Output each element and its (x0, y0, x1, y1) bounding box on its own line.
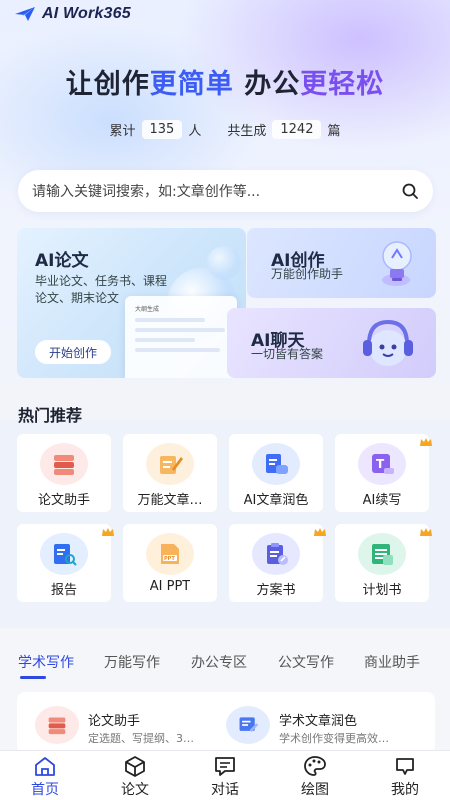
tool-list-card: 论文助手 定选题、写提纲、3… 学术文章润色 学术创作变得更高效… (17, 692, 435, 754)
hot-item-article-polish[interactable]: AI文章润色 (229, 434, 323, 512)
document-polish-icon (226, 706, 270, 744)
hot-item-label: 计划书 (362, 583, 402, 598)
svg-text:PPT: PPT (164, 556, 175, 562)
app-logo: AI Work365 (14, 4, 131, 24)
start-create-button[interactable]: 开始创作 (35, 340, 111, 364)
nav-profile[interactable]: 我的 (360, 751, 450, 800)
list-item-subtitle: 学术创作变得更高效… (279, 732, 389, 745)
profile-icon (396, 758, 414, 775)
ai-paper-subtitle-line1: 毕业论文、任务书、课程 (35, 274, 168, 288)
search-bar[interactable]: 请输入关键词搜索，如:文章创作等... (18, 170, 433, 212)
hot-item-label: AI文章润色 (243, 493, 309, 508)
stat-total-value: 135 (141, 120, 183, 139)
active-tab-indicator (20, 676, 46, 679)
document-preview-illustration: 大纲生成 (125, 296, 237, 378)
stat-total-unit: 人 (188, 124, 202, 139)
document-preview-title: 大纲生成 (135, 306, 160, 313)
usage-stats: 累计 135 人 共生成 1242 篇 (0, 120, 450, 139)
crown-icon (314, 528, 326, 536)
palette-icon (304, 756, 326, 776)
nav-chat[interactable]: 对话 (180, 751, 270, 800)
text-edit-icon: T (358, 443, 406, 485)
stat-total-label: 累计 (109, 124, 136, 139)
paper-plane-logo-icon (15, 7, 35, 21)
hot-item-paper-assistant[interactable]: 论文助手 (17, 434, 111, 512)
hot-item-ai-continue[interactable]: T AI续写 (335, 434, 432, 512)
hot-item-business-plan[interactable]: 计划书 (335, 524, 432, 602)
stat-generated-value: 1242 (272, 120, 322, 139)
ai-paper-title: AI论文 (35, 251, 89, 271)
hot-item-universal-article[interactable]: 万能文章… (123, 434, 217, 512)
hot-recommend-title: 热门推荐 (18, 406, 83, 425)
crown-icon (420, 438, 432, 446)
stack-books-icon (35, 706, 79, 744)
svg-text:T: T (376, 457, 385, 471)
bottom-navigation: 首页 论文 对话 绘图 我的 (0, 750, 450, 800)
nav-chat-label: 对话 (211, 782, 239, 798)
ai-chat-subtitle: 一切皆有答案 (251, 347, 324, 361)
tab-office-zone[interactable]: 办公专区 (191, 652, 247, 672)
list-item-academic-polish[interactable]: 学术文章润色 学术创作变得更高效… (222, 692, 432, 754)
document-chat-icon (252, 443, 300, 485)
ai-create-card[interactable]: AI创作 万能创作助手 (247, 228, 436, 298)
hot-item-label: AI PPT (149, 579, 191, 594)
robot-headphones-icon (363, 319, 413, 366)
slogan-part-4: 更轻松 (300, 69, 385, 100)
ppt-icon: PPT (146, 533, 194, 575)
report-search-icon (40, 533, 88, 575)
list-item-subtitle: 定选题、写提纲、3… (88, 732, 194, 745)
nav-draw[interactable]: 绘图 (270, 751, 360, 800)
nav-draw-label: 绘图 (301, 782, 329, 798)
list-item-paper-assistant[interactable]: 论文助手 定选题、写提纲、3… (17, 692, 217, 754)
nav-home[interactable]: 首页 (0, 751, 90, 800)
plan-edit-icon (252, 533, 300, 575)
tab-business-assistant[interactable]: 商业助手 (364, 652, 420, 672)
tab-official-writing[interactable]: 公文写作 (278, 652, 334, 672)
nav-profile-label: 我的 (391, 782, 419, 798)
stat-generated-unit: 篇 (327, 124, 341, 139)
pen-document-icon (146, 443, 194, 485)
hot-item-label: 方案书 (256, 583, 296, 598)
spreadsheet-icon (358, 533, 406, 575)
decorative-bubble (207, 246, 241, 280)
home-icon (35, 757, 55, 776)
ai-chat-card[interactable]: AI聊天 一切皆有答案 (227, 308, 436, 378)
slogan-part-2: 更简单 (149, 69, 234, 100)
stat-generated-label: 共生成 (227, 124, 267, 139)
search-icon[interactable] (401, 182, 419, 200)
list-item-title: 学术文章润色 (279, 714, 358, 729)
hot-item-ai-ppt[interactable]: PPT AI PPT (123, 524, 217, 602)
hot-item-label: 报告 (50, 583, 77, 598)
tab-academic-writing[interactable]: 学术写作 (18, 652, 74, 672)
cube-icon (125, 756, 145, 777)
nav-home-label: 首页 (31, 782, 59, 798)
crown-icon (420, 528, 432, 536)
nav-paper[interactable]: 论文 (90, 751, 180, 800)
hot-item-proposal[interactable]: 方案书 (229, 524, 326, 602)
ai-create-subtitle: 万能创作助手 (271, 267, 344, 281)
hot-item-label: 论文助手 (37, 493, 90, 508)
tab-universal-writing[interactable]: 万能写作 (104, 652, 160, 672)
search-input[interactable]: 请输入关键词搜索，如:文章创作等... (32, 181, 401, 201)
slogan-part-3: 办公 (244, 69, 301, 100)
ai-paper-card[interactable]: AI论文 毕业论文、任务书、课程 论文、期末论文 大纲生成 开始创作 (17, 228, 246, 378)
hero-slogan: 让创作更简单 办公更轻松 (0, 62, 450, 101)
stack-books-icon (40, 443, 88, 485)
list-item-title: 论文助手 (88, 714, 141, 729)
lightbulb-icon (382, 241, 412, 286)
slogan-part-1: 让创作 (65, 69, 150, 100)
crown-icon (102, 528, 114, 536)
hot-item-label: AI续写 (362, 493, 402, 508)
hot-item-label: 万能文章… (137, 493, 203, 508)
hot-item-report[interactable]: 报告 (17, 524, 114, 602)
app-logo-text: AI Work365 (42, 5, 131, 22)
chat-icon (215, 757, 235, 776)
nav-paper-label: 论文 (121, 782, 149, 798)
